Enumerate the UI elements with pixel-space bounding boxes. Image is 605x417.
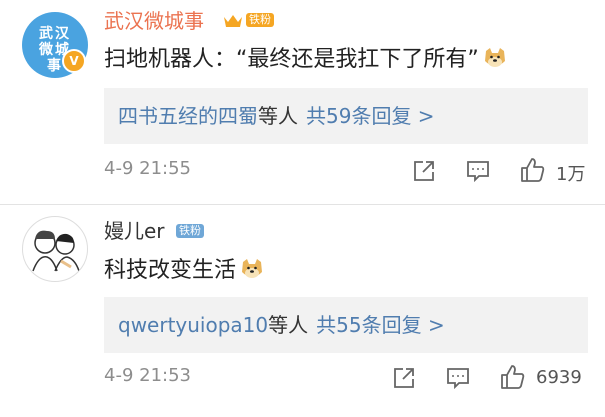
doge-emoji [242,259,263,278]
verified-badge: V [62,49,86,73]
avatar[interactable] [22,216,88,282]
like-icon[interactable] [500,364,525,389]
comment-item: 嫚儿er 铁粉 科技改变生活 qwertyuiopa10等人 共55条回复 > 4… [0,205,605,417]
username[interactable]: 武汉微城事 [104,9,204,33]
reply-mid: 等人 [268,313,309,337]
doge-emoji [484,48,505,67]
comment-item: 武汉微城事 V 武汉微城事 铁粉 扫地机器人：“最终还是我扛下了所有” 四书五经… [0,0,605,205]
username[interactable]: 嫚儿er [104,219,165,243]
crown-icon [224,15,242,27]
reply-users[interactable]: 四书五经的四蜀 [118,104,258,128]
reply-count[interactable]: 共59条回复 > [306,104,435,128]
reply-summary[interactable]: 四书五经的四蜀等人 共59条回复 > [104,88,588,144]
share-icon[interactable] [412,159,436,183]
comment-text: 扫地机器人：“最终还是我扛下了所有” [104,46,507,74]
comment-text-content: 科技改变生活 [104,258,237,283]
like-count: 6939 [536,367,582,388]
comment-text: 科技改变生活 [104,257,264,285]
cartoon-avatar-image [32,230,80,272]
comment-icon[interactable] [466,159,490,183]
timestamp: 4-9 21:55 [104,158,191,179]
reply-count[interactable]: 共55条回复 > [316,313,445,337]
share-icon[interactable] [392,366,416,390]
like-count: 1万 [556,164,586,185]
timestamp: 4-9 21:53 [104,365,191,386]
reply-mid: 等人 [258,104,298,128]
fan-badge: 铁粉 [176,224,204,238]
like-icon[interactable] [520,157,545,182]
reply-summary[interactable]: qwertyuiopa10等人 共55条回复 > [104,297,588,353]
fan-badge: 铁粉 [246,13,274,27]
comment-icon[interactable] [446,366,470,390]
reply-users[interactable]: qwertyuiopa10 [118,313,268,337]
comment-text-content: 扫地机器人：“最终还是我扛下了所有” [104,47,479,72]
